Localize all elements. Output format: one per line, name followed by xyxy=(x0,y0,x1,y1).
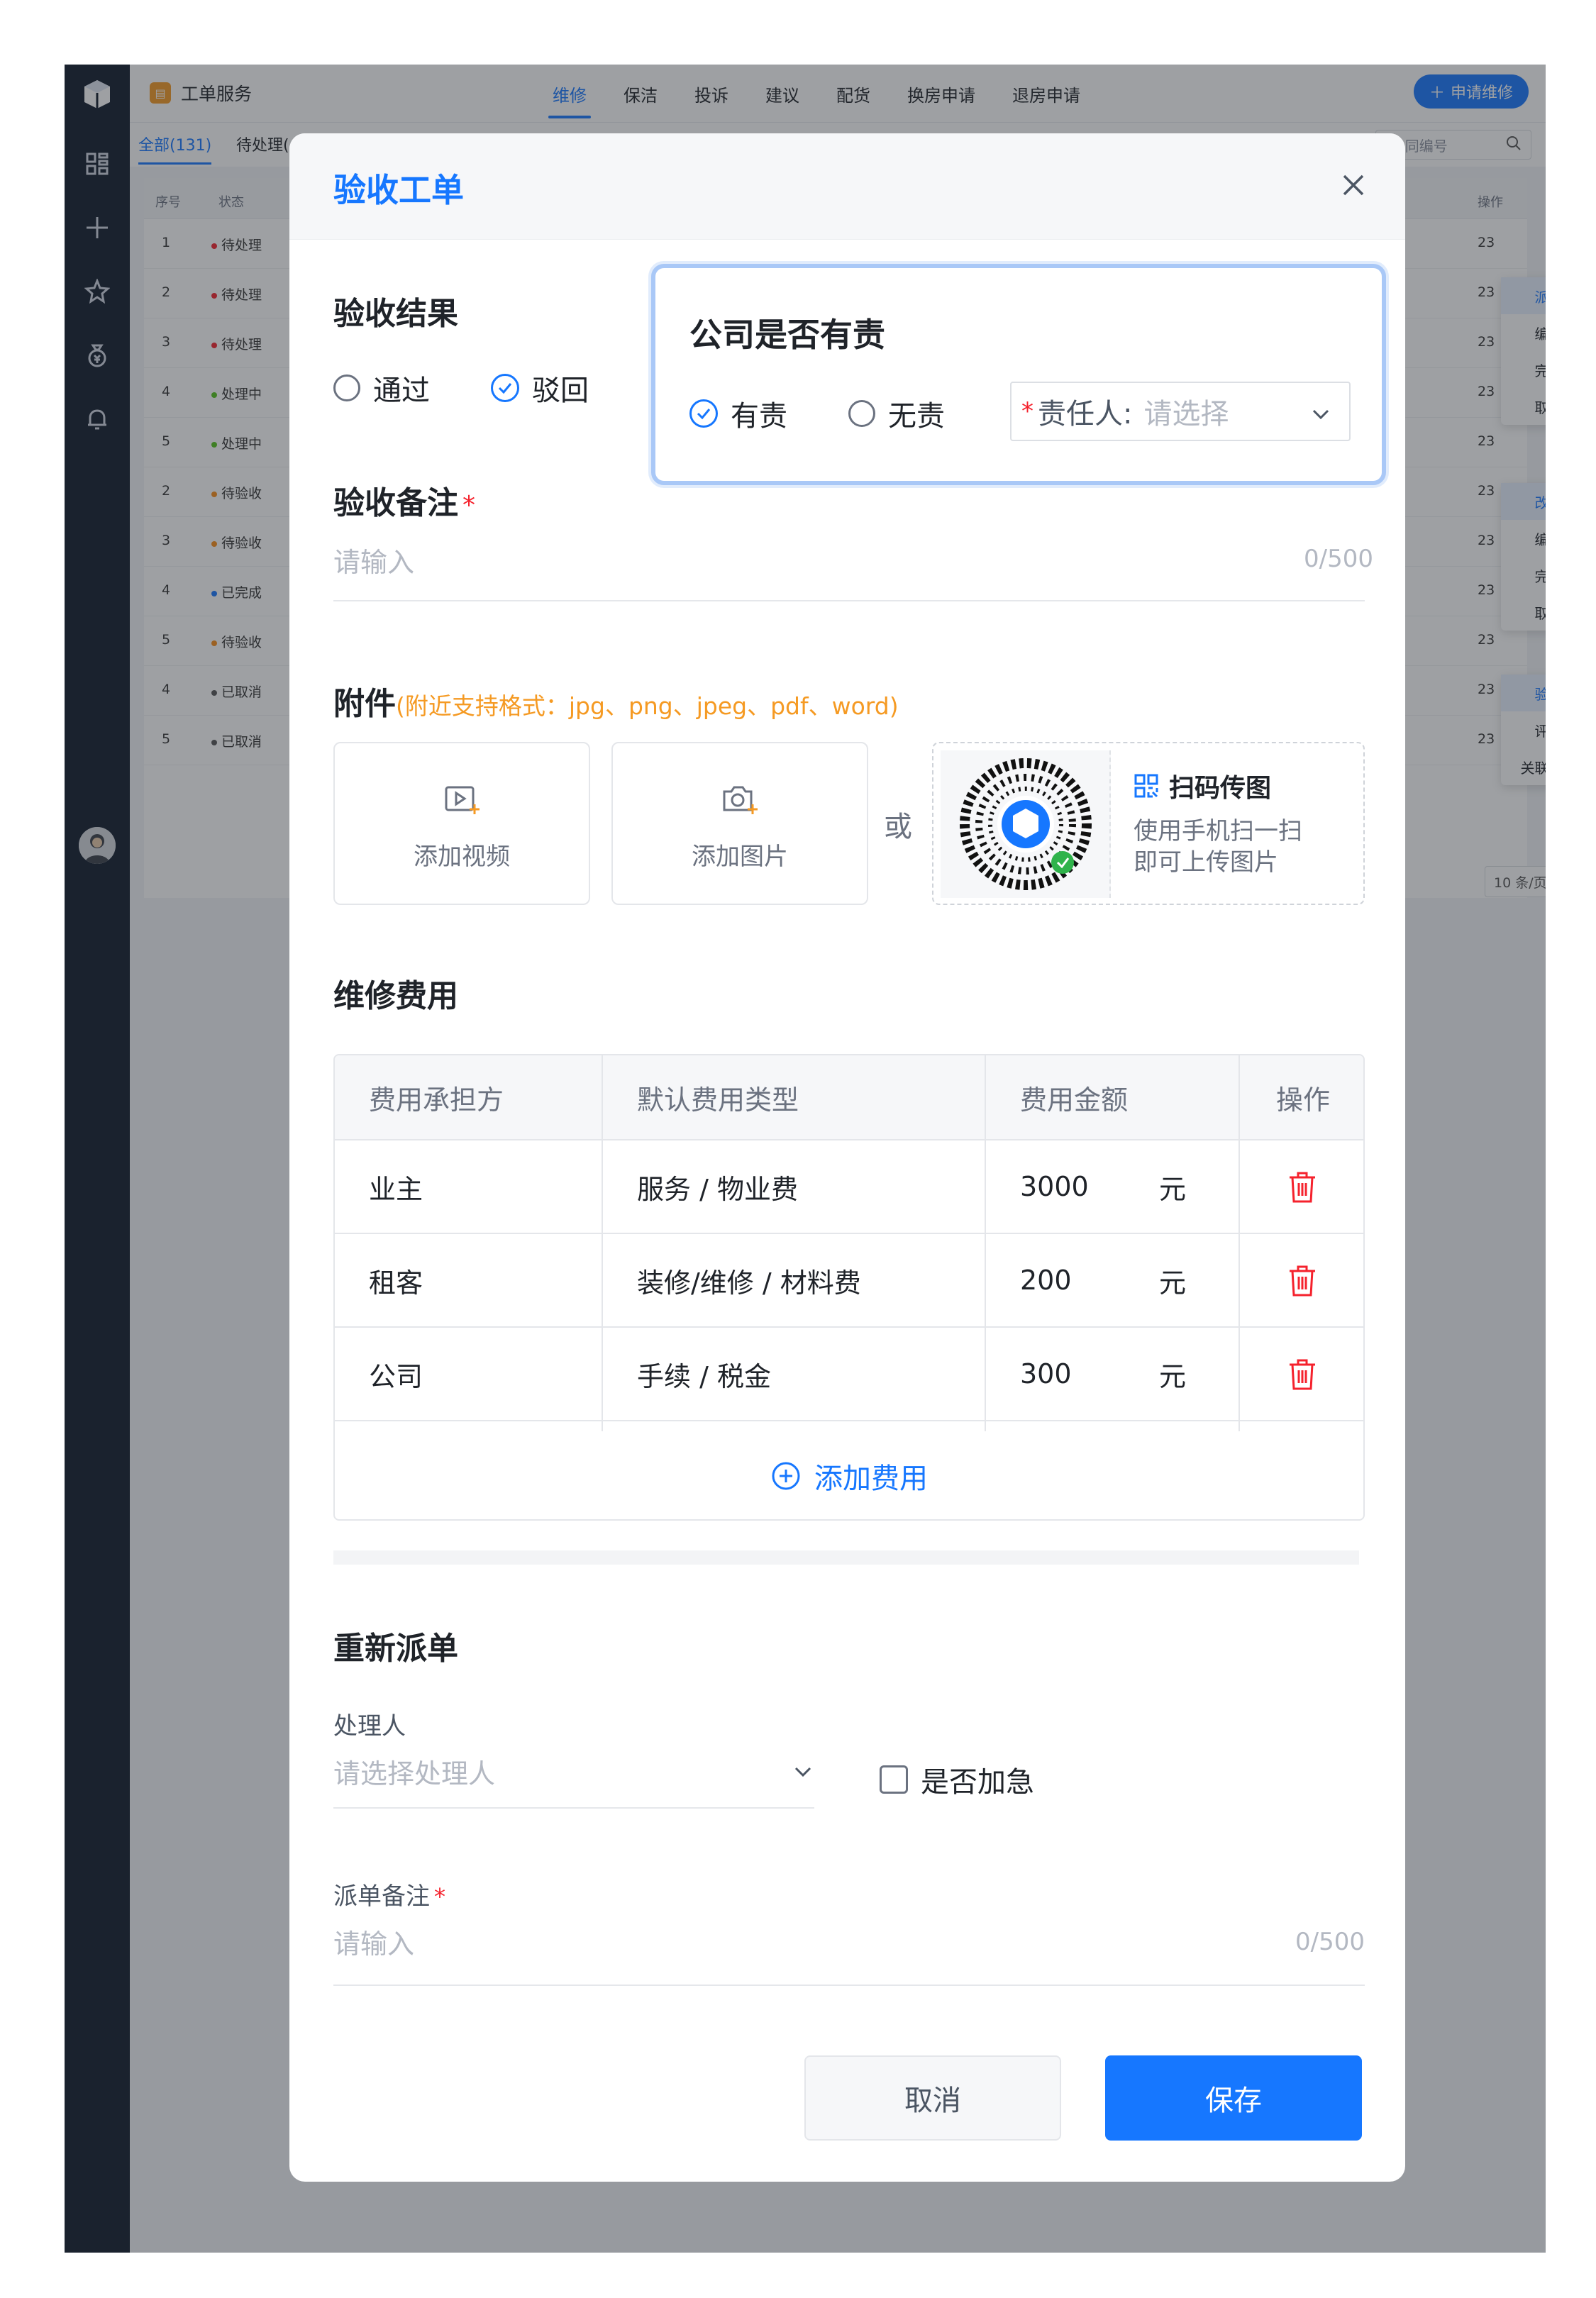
fee-payer: 公司 xyxy=(369,1360,423,1392)
radio-reject[interactable]: 驳回 xyxy=(491,367,589,409)
check-circle-icon xyxy=(689,399,718,428)
result-label: 验收结果 xyxy=(333,296,458,332)
radio-responsible[interactable]: 有责 xyxy=(689,393,787,434)
save-button[interactable]: 保存 xyxy=(1105,2055,1362,2141)
fees-table: 费用承担方 默认费用类型 费用金额 操作 业主 服务 / 物业费 3000 元 … xyxy=(333,1054,1365,1521)
close-icon[interactable] xyxy=(1336,167,1371,203)
qr-upload-panel[interactable]: 扫码传图 使用手机扫一扫 即可上传图片 xyxy=(932,742,1365,905)
remark-label-text: 验收备注 xyxy=(333,485,458,521)
remark-count: 0/500 xyxy=(1304,545,1373,573)
handler-label: 处理人 xyxy=(333,1712,406,1741)
add-image-label: 添加图片 xyxy=(692,843,788,871)
plus-circle-icon xyxy=(772,1462,800,1490)
remark-placeholder: 请输入 xyxy=(333,547,415,578)
popup-title: 公司是否有责 xyxy=(689,316,885,354)
fee-amount-input[interactable]: 3000 xyxy=(1020,1171,1089,1202)
qr-desc-line2: 即可上传图片 xyxy=(1134,848,1278,877)
or-text: 或 xyxy=(884,811,912,843)
redispatch-label: 重新派单 xyxy=(333,1631,458,1667)
add-fee-label: 添加费用 xyxy=(814,1462,928,1495)
fee-unit: 元 xyxy=(1159,1173,1187,1205)
radio-pass-label: 通过 xyxy=(373,374,430,407)
handler-placeholder: 请选择处理人 xyxy=(333,1758,496,1789)
qr-description: 使用手机扫一扫 即可上传图片 xyxy=(1134,816,1302,878)
dispatch-remark-placeholder: 请输入 xyxy=(333,1928,415,1960)
radio-not-responsible[interactable]: 无责 xyxy=(848,393,945,434)
attachment-label-text: 附件 xyxy=(333,686,396,722)
attachment-label: 附件(附近支持格式：jpg、png、jpeg、pdf、word) xyxy=(333,678,899,723)
dispatch-remark-input[interactable]: 请输入 0/500 xyxy=(333,1915,1365,1986)
required-mark: * xyxy=(1021,397,1033,426)
attachment-format-note: (附近支持格式：jpg、png、jpeg、pdf、word) xyxy=(396,692,899,720)
fee-payer: 业主 xyxy=(369,1173,423,1205)
fee-unit: 元 xyxy=(1159,1360,1187,1392)
fee-type: 手续 / 税金 xyxy=(637,1360,771,1392)
urgent-label: 是否加急 xyxy=(921,1766,1034,1799)
chevron-down-icon xyxy=(1309,400,1332,433)
select-placeholder: 请选择 xyxy=(1143,398,1229,431)
dispatch-remark-count: 0/500 xyxy=(1295,1928,1365,1956)
add-image-button[interactable]: 添加图片 xyxy=(611,742,868,905)
required-mark: * xyxy=(434,1883,445,1910)
fees-header-op: 操作 xyxy=(1240,1055,1363,1140)
cancel-button[interactable]: 取消 xyxy=(804,2055,1061,2141)
fee-payer: 租客 xyxy=(369,1267,423,1299)
table-row: 租客 装修/维修 / 材料费 200 元 xyxy=(335,1234,1363,1328)
fees-header-amount: 费用金额 xyxy=(986,1055,1240,1140)
fee-unit: 元 xyxy=(1159,1267,1187,1299)
required-mark: * xyxy=(462,491,475,520)
radio-pass[interactable]: 通过 xyxy=(333,367,430,409)
dispatch-remark-label: 派单备注 * xyxy=(333,1877,445,1911)
add-video-label: 添加视频 xyxy=(414,843,510,871)
fee-type: 服务 / 物业费 xyxy=(637,1173,798,1205)
add-fee-button[interactable]: 添加费用 xyxy=(335,1430,1363,1519)
fee-amount-input[interactable]: 200 xyxy=(1020,1265,1072,1296)
qr-code-icon xyxy=(941,750,1111,898)
qr-small-icon xyxy=(1134,774,1158,798)
fees-header-payer: 费用承担方 xyxy=(335,1055,603,1140)
radio-unchecked-icon xyxy=(333,374,360,401)
checkbox-icon xyxy=(880,1765,908,1794)
radio-unchecked-icon xyxy=(848,400,875,427)
add-video-button[interactable]: 添加视频 xyxy=(333,742,590,905)
radio-responsible-label: 有责 xyxy=(731,400,787,433)
fees-header-type: 默认费用类型 xyxy=(603,1055,986,1140)
qr-title: 扫码传图 xyxy=(1134,767,1271,804)
table-row: 业主 服务 / 物业费 3000 元 xyxy=(335,1140,1363,1234)
fees-label: 维修费用 xyxy=(333,978,458,1014)
trash-icon[interactable] xyxy=(1287,1358,1318,1398)
modal-title: 验收工单 xyxy=(333,171,464,209)
radio-not-responsible-label: 无责 xyxy=(888,400,945,433)
video-add-icon xyxy=(443,783,480,820)
radio-reject-label: 驳回 xyxy=(532,374,589,407)
section-divider xyxy=(333,1550,1359,1565)
remark-label: 验收备注 * xyxy=(333,477,475,523)
handler-select[interactable]: 请选择处理人 xyxy=(333,1745,814,1809)
table-row: 公司 手续 / 税金 300 元 xyxy=(335,1328,1363,1421)
qr-desc-line1: 使用手机扫一扫 xyxy=(1134,817,1302,845)
trash-icon[interactable] xyxy=(1287,1264,1318,1304)
responsibility-popup: 公司是否有责 有责 无责 * 责任人: 请选择 xyxy=(651,264,1386,485)
qr-title-text: 扫码传图 xyxy=(1169,774,1272,803)
remark-input[interactable]: 请输入 0/500 xyxy=(333,538,1373,601)
select-label: 责任人: xyxy=(1038,398,1133,431)
modal-header: 验收工单 xyxy=(289,133,1405,240)
fee-type: 装修/维修 / 材料费 xyxy=(637,1267,861,1299)
check-circle-icon xyxy=(491,374,519,402)
canvas: ▤ 工单服务 维修 保洁 投诉 建议 配货 换房申请 退房申请 ＋ 申请维修 全… xyxy=(0,0,1596,2298)
dispatch-remark-label-text: 派单备注 xyxy=(333,1882,430,1911)
chevron-down-icon xyxy=(792,1760,814,1786)
urgent-checkbox[interactable]: 是否加急 xyxy=(880,1759,1034,1800)
responsible-person-select[interactable]: * 责任人: 请选择 xyxy=(1010,382,1351,441)
trash-icon[interactable] xyxy=(1287,1170,1318,1211)
fee-amount-input[interactable]: 300 xyxy=(1020,1358,1072,1389)
camera-add-icon xyxy=(721,783,758,820)
